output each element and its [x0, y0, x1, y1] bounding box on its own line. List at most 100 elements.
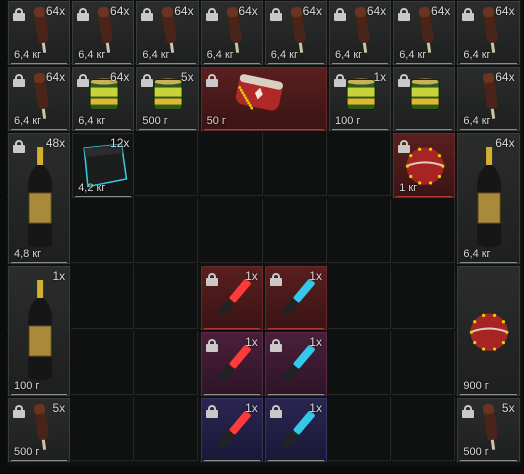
- item-quantity: 64x: [45, 70, 66, 85]
- inventory-item-chocolate[interactable]: 64x 6,4 кг: [136, 1, 199, 66]
- grid-cell[interactable]: [71, 264, 135, 329]
- item-underline: [460, 129, 517, 131]
- item-quantity: 1x: [309, 335, 322, 349]
- lock-icon: [205, 8, 218, 21]
- grid-cell[interactable]: [263, 198, 327, 263]
- inventory-item-box[interactable]: 12x 4,2 кг: [72, 133, 135, 198]
- item-weight: 6,4 кг: [78, 115, 106, 128]
- lock-icon: [13, 8, 25, 21]
- lock-icon: [141, 74, 154, 88]
- item-quantity: 12x: [110, 136, 130, 151]
- grid-cell[interactable]: [71, 331, 135, 395]
- item-underline: [75, 129, 132, 131]
- inventory-item-can[interactable]: [393, 67, 456, 132]
- inventory-item-chocolate[interactable]: 64x 6,4 кг: [264, 1, 327, 66]
- item-weight: 6,4 кг: [335, 49, 363, 62]
- inventory-item-flare-blue[interactable]: 1x: [264, 265, 327, 330]
- item-underline: [203, 129, 324, 131]
- item-quantity: 48x: [45, 136, 66, 151]
- lock-icon: [398, 140, 411, 154]
- grid-cell[interactable]: [135, 331, 199, 395]
- inventory-item-ornament[interactable]: 1 кг: [393, 133, 456, 198]
- inventory-item-champagne[interactable]: 1x 100 г: [8, 265, 71, 397]
- item-quantity: 1x: [52, 268, 66, 283]
- grid-cell[interactable]: [392, 264, 456, 329]
- grid-cell[interactable]: [328, 397, 391, 462]
- inventory-item-champagne[interactable]: 64x 6,4 кг: [457, 133, 520, 264]
- item-underline: [11, 460, 68, 462]
- inventory-item-chocolate[interactable]: 64x 6,4 кг: [457, 1, 520, 66]
- item-weight: 4,8 кг: [14, 247, 42, 260]
- inventory-item-hat[interactable]: 50 г: [200, 67, 327, 132]
- lock-icon: [77, 74, 90, 88]
- item-underline: [267, 460, 324, 462]
- item-quantity: 1x: [245, 268, 258, 283]
- item-underline: [396, 195, 453, 197]
- item-underline: [203, 63, 260, 65]
- inventory-item-can[interactable]: 64x 6,4 кг: [72, 67, 135, 132]
- grid-cell[interactable]: [199, 132, 263, 197]
- item-weight: 6,4 кг: [463, 49, 491, 62]
- inventory-item-chocolate[interactable]: 64x 6,4 кг: [8, 67, 71, 132]
- champagne-bottle-icon: [477, 147, 502, 248]
- inventory-item-chocolate[interactable]: 64x 6,4 кг: [329, 1, 392, 66]
- inventory-item-flare-red[interactable]: 1x: [200, 332, 263, 397]
- lock-icon: [398, 8, 411, 21]
- champagne-bottle-icon: [28, 279, 53, 381]
- item-underline: [11, 63, 68, 65]
- grid-cell[interactable]: [392, 397, 456, 462]
- item-quantity: 64x: [431, 4, 451, 18]
- item-underline: [460, 460, 517, 462]
- item-weight: 500 г: [142, 115, 168, 128]
- item-weight: 500 г: [14, 446, 40, 459]
- inventory-item-can[interactable]: 1x 100 г: [329, 67, 392, 132]
- inventory-item-flare-blue[interactable]: 1x: [264, 332, 327, 397]
- item-underline: [267, 327, 324, 329]
- grid-cell[interactable]: [328, 198, 391, 263]
- item-underline: [75, 195, 132, 197]
- inventory-item-chocolate[interactable]: 64x 6,4 кг: [393, 1, 456, 66]
- inventory-item-chocolate[interactable]: 64x 6,4 кг: [457, 67, 520, 132]
- item-underline: [460, 261, 517, 263]
- lock-icon: [205, 74, 218, 88]
- grid-cell[interactable]: [199, 198, 263, 263]
- grid-cell[interactable]: [135, 264, 199, 329]
- grid-cell[interactable]: [135, 397, 199, 462]
- item-underline: [203, 460, 260, 462]
- grid-cell[interactable]: [328, 264, 391, 329]
- lock-icon: [462, 405, 475, 419]
- lock-icon: [398, 74, 411, 88]
- inventory-item-flare-blue[interactable]: 1x: [264, 398, 327, 463]
- grid-cell[interactable]: [135, 132, 199, 197]
- item-quantity: 1x: [373, 70, 387, 85]
- item-underline: [396, 63, 453, 65]
- grid-cell[interactable]: [392, 198, 456, 263]
- item-weight: 6,4 кг: [78, 49, 106, 62]
- inventory-item-flare-red[interactable]: 1x: [200, 265, 263, 330]
- grid-cell[interactable]: [392, 331, 456, 395]
- item-weight: 6,4 кг: [463, 247, 491, 260]
- item-weight: 6,4 кг: [399, 49, 427, 62]
- grid-cell[interactable]: [328, 132, 391, 197]
- lock-icon: [13, 74, 25, 88]
- item-underline: [267, 394, 324, 396]
- grid-cell[interactable]: [71, 198, 135, 263]
- lock-icon: [462, 8, 475, 21]
- grid-cell[interactable]: [263, 132, 327, 197]
- lock-icon: [269, 339, 282, 352]
- item-quantity: 64x: [495, 70, 515, 85]
- inventory-item-flare-red[interactable]: 1x: [200, 398, 263, 463]
- grid-cell[interactable]: [328, 331, 391, 395]
- inventory-item-champagne[interactable]: 48x 4,8 кг: [8, 133, 71, 264]
- inventory-item-chocolate[interactable]: 64x 6,4 кг: [200, 1, 263, 66]
- inventory-item-chocolate[interactable]: 5x 500 г: [457, 398, 520, 463]
- inventory-item-chocolate[interactable]: 64x 6,4 кг: [8, 1, 71, 66]
- grid-cell[interactable]: [135, 198, 199, 263]
- grid-cell[interactable]: [71, 397, 135, 462]
- item-weight: 6,4 кг: [206, 49, 234, 62]
- inventory-item-chocolate[interactable]: 5x 500 г: [8, 398, 71, 463]
- lock-icon: [269, 405, 282, 419]
- inventory-item-can[interactable]: 5x 500 г: [136, 67, 199, 132]
- inventory-item-chocolate[interactable]: 64x 6,4 кг: [72, 1, 135, 66]
- inventory-item-ornament[interactable]: 900 г: [457, 265, 520, 397]
